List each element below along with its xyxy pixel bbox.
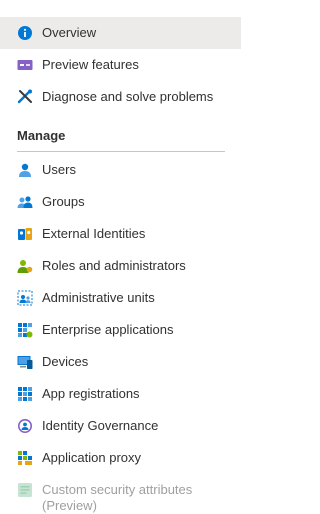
nav-item-label: Identity Governance: [42, 418, 159, 433]
nav-item-external-identities[interactable]: External Identities: [0, 218, 241, 250]
nav-item-roles-and-administrators[interactable]: Roles and administrators: [0, 250, 241, 282]
identity-governance-icon: [17, 418, 33, 434]
nav-item-label: External Identities: [42, 226, 146, 241]
nav-item-label: Diagnose and solve problems: [42, 89, 214, 104]
nav-item-diagnose[interactable]: Diagnose and solve problems: [0, 81, 241, 113]
roles-icon: [17, 258, 33, 274]
section-title-manage: Manage: [17, 128, 66, 143]
custom-security-attributes-icon: [17, 482, 33, 498]
enterprise-apps-icon: [17, 322, 33, 338]
nav-item-label: App registrations: [42, 386, 140, 401]
nav-item-preview-features[interactable]: Preview features: [0, 49, 241, 81]
preview-features-icon: [17, 57, 33, 73]
nav-item-label: Overview: [42, 25, 97, 40]
nav-item-identity-governance[interactable]: Identity Governance: [0, 410, 241, 442]
application-proxy-icon: [17, 450, 33, 466]
nav-item-app-registrations[interactable]: App registrations: [0, 378, 241, 410]
nav-item-groups[interactable]: Groups: [0, 186, 241, 218]
nav-item-administrative-units[interactable]: Administrative units: [0, 282, 241, 314]
user-icon: [17, 162, 33, 178]
nav-item-label: Devices: [42, 354, 89, 369]
wrench-cross-icon: [17, 89, 33, 105]
admin-units-icon: [17, 290, 33, 306]
nav-item-custom-security-attributes[interactable]: Custom security attributes (Preview): [0, 474, 241, 513]
nav-item-overview[interactable]: Overview: [0, 17, 241, 49]
app-registrations-icon: [17, 386, 33, 402]
nav-item-devices[interactable]: Devices: [0, 346, 241, 378]
nav-item-label: Groups: [42, 194, 85, 209]
nav-item-label: Roles and administrators: [42, 258, 186, 273]
nav-item-label: Application proxy: [42, 450, 141, 465]
nav-item-label: Preview features: [42, 57, 139, 72]
external-identities-icon: [17, 226, 33, 242]
nav-item-label: Administrative units: [42, 290, 155, 305]
nav-item-users[interactable]: Users: [0, 154, 241, 186]
nav-item-label: Users: [42, 162, 76, 177]
nav-item-label: Enterprise applications: [42, 322, 174, 337]
nav-item-application-proxy[interactable]: Application proxy: [0, 442, 241, 474]
left-nav-menu: Overview Preview features Diagnose and s…: [0, 0, 241, 513]
nav-item-label: Custom security attributes (Preview): [42, 482, 193, 513]
section-divider: [17, 151, 225, 152]
group-icon: [17, 194, 33, 210]
info-icon: [17, 25, 33, 41]
device-icon: [17, 354, 33, 370]
nav-item-enterprise-applications[interactable]: Enterprise applications: [0, 314, 241, 346]
